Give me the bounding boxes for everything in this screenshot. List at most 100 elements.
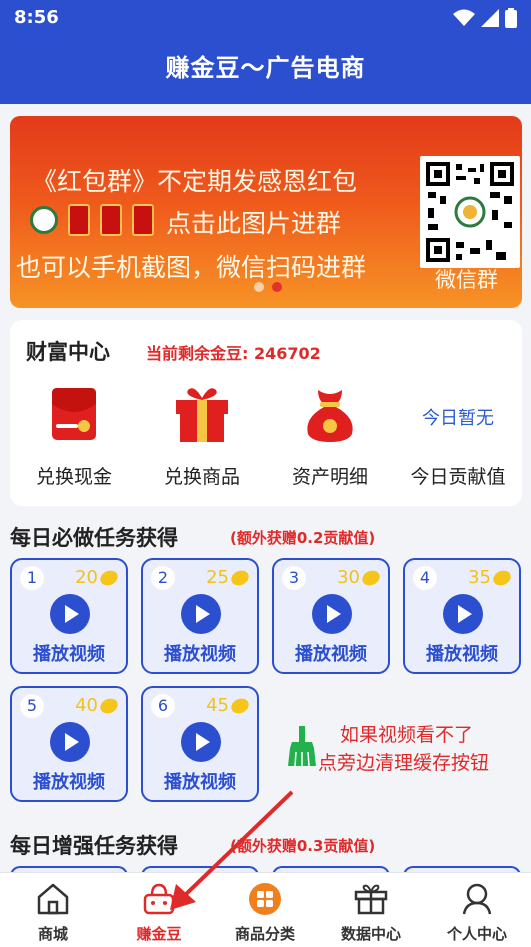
task-number: 6 [151,694,175,718]
coin-icon [228,567,252,588]
task-label: 播放视频 [426,644,498,665]
red-envelope-icon [52,388,96,440]
task-label: 播放视频 [164,644,236,665]
clear-cache-hint-line2: 点旁边清理缓存按钮 [318,752,490,774]
task-number: 3 [282,566,306,590]
task-card[interactable]: 5 40 播放视频 [10,686,128,802]
signal-icon [481,9,499,27]
coin-icon [359,567,383,588]
play-icon[interactable] [312,594,352,634]
tab-earn-beans[interactable]: 赚金豆 [106,873,212,947]
today-contribution-label: 今日贡献值 [410,466,506,488]
banner-line1: 《红包群》不定期发感恩红包 [32,167,358,196]
task-number: 2 [151,566,175,590]
wealth-title: 财富中心 [26,340,110,364]
task-label: 播放视频 [33,644,105,665]
task-beans: 25 [206,567,252,588]
play-icon[interactable] [181,594,221,634]
wealth-center-card: 财富中心 当前剩余金豆: 246702 兑换现金 兑换商品 资产明细 今日暂无 [10,320,522,506]
promo-banner[interactable]: 《红包群》不定期发感恩红包 点击此图片进群 也可以手机截图，微信扫码进群 微信群 [10,116,522,308]
task-card[interactable]: 1 20 播放视频 [10,558,128,674]
task-label: 播放视频 [33,772,105,793]
category-icon [249,883,281,915]
play-icon[interactable] [443,594,483,634]
tab-data-center[interactable]: 数据中心 [318,873,424,947]
task-number: 5 [20,694,44,718]
basket-icon [143,883,175,915]
tab-label: 个人中心 [446,925,507,943]
gift-icon [354,884,388,915]
task-beans: 40 [75,695,121,716]
tab-label: 数据中心 [340,925,401,943]
task-beans-value: 35 [468,567,491,588]
task-label: 播放视频 [295,644,367,665]
coin-icon [97,567,121,588]
gift-box-icon [176,388,228,442]
coin-icon [97,695,121,716]
banner-line2: 点击此图片进群 [166,209,342,238]
tab-label: 赚金豆 [136,925,182,943]
coin-icon [490,567,514,588]
red-envelope-icon [132,204,154,236]
status-icons [453,8,517,28]
task-number: 1 [20,566,44,590]
red-envelope-icon [68,204,90,236]
bean-balance: 当前剩余金豆: 246702 [146,344,321,363]
exchange-cash-label: 兑换现金 [35,466,112,488]
banner-line3: 也可以手机截图，微信扫码进群 [16,253,367,282]
money-bag-icon [307,390,353,442]
task-beans-value: 20 [75,567,98,588]
asset-details-label: 资产明细 [291,466,368,488]
task-beans-value: 40 [75,695,98,716]
bottom-tab-bar: 商城 赚金豆 商品分类 数据中心 个人中心 [0,872,531,947]
task-beans: 30 [337,567,383,588]
carousel-dot[interactable] [254,282,264,292]
today-contribution[interactable]: 今日暂无 今日贡献值 [394,384,522,494]
task-beans-value: 45 [206,695,229,716]
status-bar: 8:56 [0,0,531,36]
task-beans: 35 [468,567,514,588]
task-beans-value: 30 [337,567,360,588]
enhanced-tasks-title: 每日增强任务获得 [10,834,178,858]
task-label: 播放视频 [164,772,236,793]
tab-mall[interactable]: 商城 [0,873,106,947]
tab-categories[interactable]: 商品分类 [212,873,318,947]
tab-profile[interactable]: 个人中心 [424,873,530,947]
home-icon [37,883,69,915]
carousel-dot-active[interactable] [272,282,282,292]
tab-label: 商城 [37,925,68,943]
play-icon[interactable] [50,722,90,762]
task-card[interactable]: 3 30 播放视频 [272,558,390,674]
battery-icon [505,8,517,28]
page-title: 赚金豆～广告电商 [165,54,366,82]
qr-caption: 微信群 [435,268,498,292]
seal-icon [30,206,58,234]
task-beans-value: 25 [206,567,229,588]
clear-cache-icon[interactable] [288,726,316,766]
qr-code-image [420,156,520,268]
exchange-cash-button[interactable]: 兑换现金 [10,384,138,494]
today-contribution-value: 今日暂无 [422,408,494,429]
play-icon[interactable] [50,594,90,634]
asset-details-button[interactable]: 资产明细 [266,384,394,494]
coin-icon [228,695,252,716]
task-beans: 45 [206,695,252,716]
exchange-goods-button[interactable]: 兑换商品 [138,384,266,494]
wifi-icon [453,9,475,26]
task-card[interactable]: 4 35 播放视频 [403,558,521,674]
carousel-indicator [254,282,282,292]
play-icon[interactable] [181,722,221,762]
app-header: 赚金豆～广告电商 [0,36,531,104]
daily-tasks-note: (额外获赠0.2贡献值) [230,529,376,547]
exchange-goods-label: 兑换商品 [163,466,240,488]
task-number: 4 [413,566,437,590]
task-beans: 20 [75,567,121,588]
clear-cache-hint-line1: 如果视频看不了 [340,724,474,746]
red-envelope-icon [100,204,122,236]
tab-label: 商品分类 [234,925,295,943]
person-icon [462,883,492,915]
status-time: 8:56 [14,7,59,28]
task-card[interactable]: 2 25 播放视频 [141,558,259,674]
task-card[interactable]: 6 45 播放视频 [141,686,259,802]
daily-tasks-title: 每日必做任务获得 [10,526,178,550]
